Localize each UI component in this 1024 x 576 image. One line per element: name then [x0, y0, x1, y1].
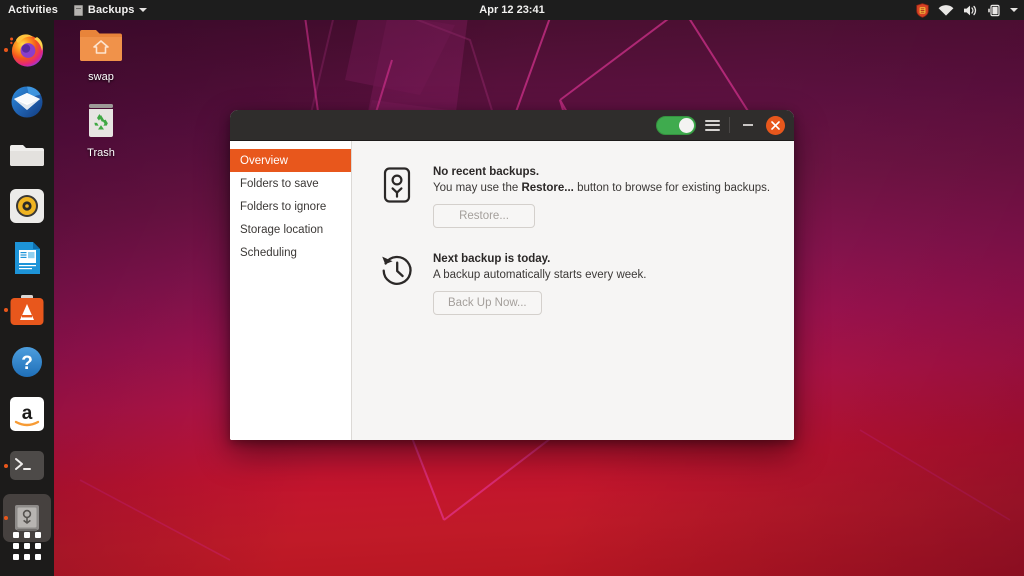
toggle-knob — [679, 118, 694, 133]
firefox-icon — [8, 31, 46, 69]
restore-vault-icon — [380, 166, 414, 204]
sidebar-item-overview[interactable]: Overview — [230, 149, 351, 172]
dock-item-help[interactable]: ? — [3, 338, 51, 386]
battery-icon[interactable] — [987, 4, 1001, 17]
svg-text:a: a — [22, 403, 33, 424]
dock: ? a — [0, 20, 54, 576]
restore-desc-emphasis: Restore... — [521, 182, 573, 194]
schedule-section: Next backup is today. A backup automatic… — [380, 252, 794, 315]
libreoffice-writer-icon — [8, 239, 46, 277]
volume-icon[interactable] — [963, 4, 978, 17]
sidebar-item-folders-to-save[interactable]: Folders to save — [230, 172, 351, 195]
dock-item-files[interactable] — [3, 130, 51, 178]
chevron-down-icon — [139, 8, 147, 12]
dock-item-rhythmbox[interactable] — [3, 182, 51, 230]
app-menu-label: Backups — [88, 4, 135, 16]
grid-dot — [13, 532, 19, 538]
restore-section-icon — [380, 165, 416, 228]
ubuntu-software-icon — [8, 291, 46, 329]
minimize-icon[interactable] — [739, 116, 757, 134]
sidebar-item-label: Overview — [240, 155, 288, 167]
restore-section-body: No recent backups. You may use the Resto… — [433, 165, 770, 228]
grid-dot — [24, 532, 30, 538]
backup-enabled-toggle[interactable] — [656, 116, 696, 135]
sidebar-item-label: Folders to ignore — [240, 201, 326, 213]
restore-section: No recent backups. You may use the Resto… — [380, 165, 794, 228]
schedule-section-body: Next backup is today. A backup automatic… — [433, 252, 647, 315]
grid-dot — [24, 554, 30, 560]
restore-section-description: You may use the Restore... button to bro… — [433, 182, 770, 194]
schedule-section-title: Next backup is today. — [433, 253, 647, 265]
show-applications-button[interactable] — [7, 526, 47, 566]
sidebar-item-label: Folders to save — [240, 178, 319, 190]
restore-section-title: No recent backups. — [433, 166, 770, 178]
top-bar: Activities Backups Apr 12 23:41 — [0, 0, 1024, 20]
grid-dot — [35, 543, 41, 549]
desktop-icon-swap[interactable]: swap — [65, 24, 137, 84]
system-menu-chevron-icon[interactable] — [1010, 8, 1018, 12]
close-glyph — [771, 121, 780, 130]
back-up-now-button[interactable]: Back Up Now... — [433, 291, 542, 315]
activities-button[interactable]: Activities — [0, 0, 66, 20]
rhythmbox-icon — [8, 187, 46, 225]
dock-item-firefox[interactable] — [3, 26, 51, 74]
sidebar-item-folders-to-ignore[interactable]: Folders to ignore — [230, 195, 351, 218]
desktop-icon-label: swap — [84, 70, 118, 84]
restore-desc-after: button to browse for existing backups. — [574, 182, 770, 194]
sidebar-item-label: Scheduling — [240, 247, 297, 259]
files-icon — [8, 135, 46, 173]
app-menu-button[interactable]: Backups — [66, 0, 156, 20]
sidebar: Overview Folders to save Folders to igno… — [230, 141, 352, 440]
dock-item-amazon[interactable]: a — [3, 390, 51, 438]
sidebar-item-scheduling[interactable]: Scheduling — [230, 241, 351, 264]
dock-item-ubuntu-software[interactable] — [3, 286, 51, 334]
window-titlebar[interactable] — [230, 110, 794, 141]
terminal-icon — [8, 447, 46, 485]
dock-item-libreoffice-writer[interactable] — [3, 234, 51, 282]
titlebar-separator — [729, 117, 730, 133]
backups-window: Overview Folders to save Folders to igno… — [230, 110, 794, 440]
svg-text:?: ? — [21, 353, 33, 374]
wifi-icon[interactable] — [938, 4, 954, 17]
hamburger-menu-icon[interactable] — [705, 119, 720, 132]
close-icon[interactable] — [766, 116, 785, 135]
grid-dot — [35, 554, 41, 560]
schedule-section-icon — [380, 252, 416, 315]
system-indicators[interactable] — [916, 0, 1018, 20]
window-body: Overview Folders to save Folders to igno… — [230, 141, 794, 440]
schedule-section-description: A backup automatically starts every week… — [433, 269, 647, 281]
grid-dot — [13, 543, 19, 549]
clock-history-icon — [380, 253, 414, 287]
desktop-icon-label: Trash — [83, 146, 119, 160]
window-icon — [74, 5, 83, 16]
thunderbird-icon — [8, 83, 46, 121]
grid-dot — [13, 554, 19, 560]
overview-panel: No recent backups. You may use the Resto… — [352, 141, 794, 440]
dock-item-thunderbird[interactable] — [3, 78, 51, 126]
clock-label: Apr 12 23:41 — [479, 4, 544, 16]
desktop-icon-trash[interactable]: Trash — [65, 100, 137, 160]
help-icon: ? — [8, 343, 46, 381]
grid-dot — [24, 543, 30, 549]
amazon-icon: a — [8, 395, 46, 433]
sidebar-item-label: Storage location — [240, 224, 323, 236]
home-folder-icon — [80, 24, 122, 64]
activities-label: Activities — [8, 4, 58, 16]
restore-button[interactable]: Restore... — [433, 204, 535, 228]
dock-item-terminal[interactable] — [3, 442, 51, 490]
software-updates-icon[interactable] — [916, 3, 929, 18]
grid-dot — [35, 532, 41, 538]
trash-icon — [80, 100, 122, 140]
sidebar-item-storage-location[interactable]: Storage location — [230, 218, 351, 241]
restore-desc-before: You may use the — [433, 182, 521, 194]
